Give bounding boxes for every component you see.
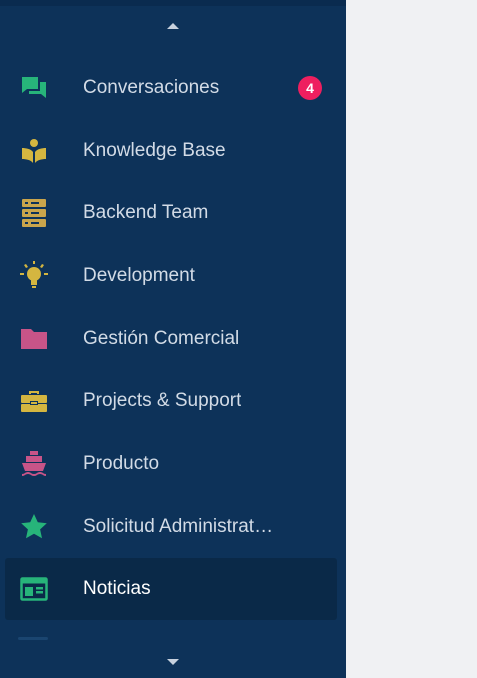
scroll-down-button[interactable]	[0, 651, 346, 673]
chat-bubbles-icon	[18, 72, 50, 104]
toolbox-icon	[18, 385, 50, 417]
lightbulb-icon	[18, 260, 50, 292]
sidebar-item-label: Solicitud Administrat…	[83, 516, 274, 537]
ship-icon	[18, 448, 50, 480]
sidebar-item-label: Knowledge Base	[83, 140, 226, 161]
sidebar-item-noticias[interactable]: Noticias	[5, 558, 337, 620]
sidebar-item-conversaciones[interactable]: Conversaciones 4	[5, 57, 337, 119]
sidebar-item-label: Producto	[83, 453, 160, 474]
sidebar-item-projects-support[interactable]: Projects & Support	[5, 370, 337, 432]
folder-icon	[18, 323, 50, 355]
unread-count-badge: 4	[298, 76, 322, 100]
sidebar-item-label: Gestión Comercial	[83, 328, 240, 349]
sidebar-item-solicitud-administrativa[interactable]: Solicitud Administrat…	[5, 496, 337, 558]
sidebar-item-knowledge-base[interactable]: Knowledge Base	[5, 120, 337, 182]
newspaper-icon	[18, 573, 50, 605]
next-item-peek	[18, 637, 48, 640]
chevron-up-icon	[167, 23, 179, 29]
sidebar-item-label: Backend Team	[83, 202, 209, 223]
sidebar-item-producto[interactable]: Producto	[5, 433, 337, 495]
server-rack-icon	[18, 197, 50, 229]
sidebar: Conversaciones 4 Knowledge Base Backend …	[0, 0, 346, 678]
sidebar-item-label: Projects & Support	[83, 390, 242, 411]
book-reader-icon	[18, 135, 50, 167]
sidebar-item-label: Conversaciones	[83, 77, 220, 98]
sidebar-item-label: Noticias	[83, 578, 151, 599]
sidebar-item-label: Development	[83, 265, 195, 286]
sidebar-item-backend-team[interactable]: Backend Team	[5, 182, 337, 244]
scroll-up-button[interactable]	[0, 15, 346, 37]
main-content-area	[346, 0, 477, 678]
sidebar-top-edge	[0, 0, 346, 6]
sidebar-item-gestion-comercial[interactable]: Gestión Comercial	[5, 308, 337, 370]
star-icon	[18, 511, 50, 543]
sidebar-item-development[interactable]: Development	[5, 245, 337, 307]
chevron-down-icon	[167, 659, 179, 665]
